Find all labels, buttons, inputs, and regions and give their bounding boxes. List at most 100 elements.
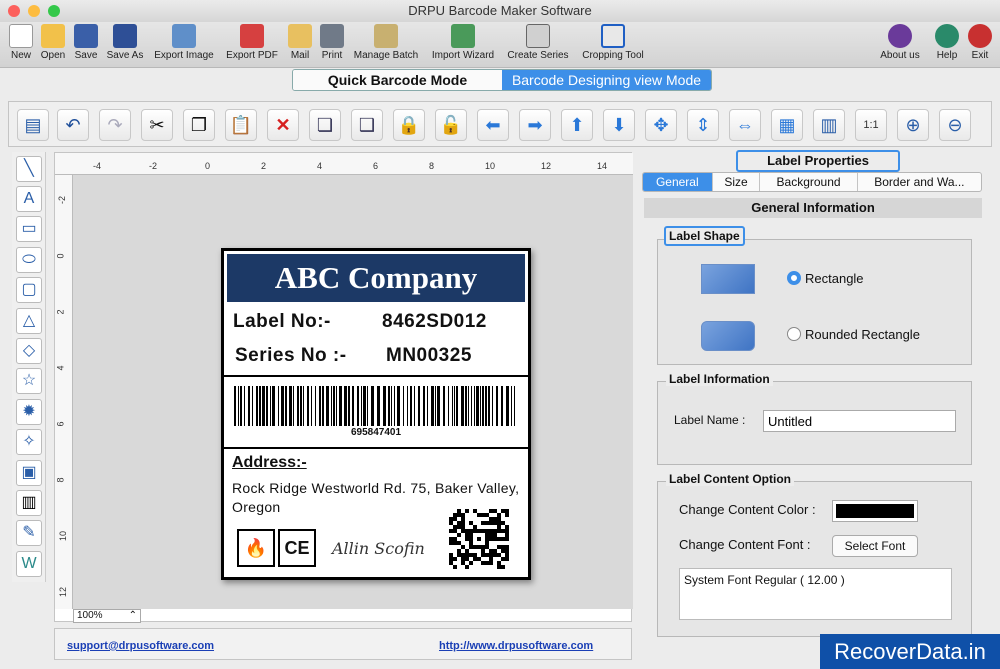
tab-size[interactable]: Size xyxy=(713,173,761,191)
cropping-tool-button[interactable]: Cropping Tool xyxy=(578,24,648,61)
signature[interactable]: Allin Scofin xyxy=(332,539,425,558)
bring-front-icon[interactable]: ❏ xyxy=(309,109,341,141)
arrow-right-icon[interactable]: ➡ xyxy=(519,109,551,141)
tab-border[interactable]: Border and Wa... xyxy=(858,173,981,191)
new-button[interactable]: New xyxy=(6,24,36,61)
support-link[interactable]: support@drpusoftware.com xyxy=(67,640,214,652)
open-button[interactable]: Open xyxy=(38,24,68,61)
qr-module xyxy=(497,525,501,529)
barcode-bar xyxy=(377,386,380,426)
rectangle-tool-icon[interactable]: ▭ xyxy=(16,216,42,242)
align-vertical-icon[interactable]: ⇕ xyxy=(687,109,719,141)
arrow-up-icon[interactable]: ⬆ xyxy=(561,109,593,141)
save-as-button[interactable]: Save As xyxy=(104,24,146,61)
flammable-icon[interactable]: 🔥 xyxy=(237,529,275,567)
export-pdf-button[interactable]: Export PDF xyxy=(224,24,280,61)
barcode-bar xyxy=(443,386,445,426)
ruler-tick: 10 xyxy=(485,161,496,171)
ce-mark-icon[interactable]: CE xyxy=(278,529,316,567)
zoom-select[interactable]: 100% ⌃ xyxy=(73,609,141,623)
rectangle-radio[interactable] xyxy=(787,271,801,285)
star-tool-icon[interactable]: ☆ xyxy=(16,368,42,394)
qr-module xyxy=(465,549,469,553)
qr-module xyxy=(485,513,489,517)
burst-tool-icon[interactable]: ✹ xyxy=(16,399,42,425)
print-button[interactable]: Print xyxy=(318,24,346,61)
exit-button[interactable]: Exit xyxy=(966,24,994,61)
tab-general[interactable]: General xyxy=(643,173,713,191)
qr-code[interactable] xyxy=(449,509,509,569)
line-tool-icon[interactable]: ╲ xyxy=(16,156,42,182)
triangle-tool-icon[interactable]: △ xyxy=(16,308,42,334)
delete-icon[interactable]: ✕ xyxy=(267,109,299,141)
align-horizontal-icon[interactable]: ⇔ xyxy=(729,109,761,141)
qr-module xyxy=(489,509,493,513)
help-button[interactable]: Help xyxy=(932,24,962,61)
undo-icon[interactable]: ↶ xyxy=(57,109,89,141)
lock-icon[interactable]: 🔒 xyxy=(393,109,425,141)
qr-module xyxy=(493,537,497,541)
work-area[interactable]: ABC Company Label No:- 8462SD012 Series … xyxy=(73,175,633,609)
diamond-tool-icon[interactable]: ◇ xyxy=(16,338,42,364)
website-link[interactable]: http://www.drpusoftware.com xyxy=(439,640,593,652)
barcode-bar xyxy=(256,386,258,426)
series-no-value[interactable]: MN00325 xyxy=(386,345,472,367)
import-wizard-button[interactable]: Import Wizard xyxy=(428,24,498,61)
manage-batch-button[interactable]: Manage Batch xyxy=(350,24,422,61)
qr-module xyxy=(485,545,489,549)
zoom-out-icon[interactable]: ⊖ xyxy=(939,109,971,141)
qr-module xyxy=(465,557,469,561)
barcode-tool-icon[interactable]: ▥ xyxy=(16,490,42,516)
grid-icon[interactable]: ▦ xyxy=(771,109,803,141)
label-no-key[interactable]: Label No:- xyxy=(233,311,331,333)
quick-barcode-mode-tab[interactable]: Quick Barcode Mode xyxy=(293,70,502,90)
barcode-label[interactable]: ABC Company Label No:- 8462SD012 Series … xyxy=(221,248,531,580)
arrow-down-icon[interactable]: ⬇ xyxy=(603,109,635,141)
barcode-bar xyxy=(471,386,472,426)
barcode-bar xyxy=(300,386,302,426)
linear-barcode[interactable] xyxy=(234,386,520,426)
create-series-button[interactable]: Create Series xyxy=(504,24,572,61)
paste-icon[interactable]: 📋 xyxy=(225,109,257,141)
qr-module xyxy=(481,513,485,517)
designing-view-mode-tab[interactable]: Barcode Designing view Mode xyxy=(502,70,711,90)
zoom-in-icon[interactable]: ⊕ xyxy=(897,109,929,141)
properties-icon[interactable]: ▤ xyxy=(17,109,49,141)
qr-module xyxy=(453,513,457,517)
label-no-value[interactable]: 8462SD012 xyxy=(382,311,487,333)
redo-icon[interactable]: ↷ xyxy=(99,109,131,141)
ruler-icon[interactable]: ▥ xyxy=(813,109,845,141)
rounded-radio[interactable] xyxy=(787,327,801,341)
company-name[interactable]: ABC Company xyxy=(227,254,525,302)
export-image-button[interactable]: Export Image xyxy=(152,24,216,61)
minimize-window-button[interactable] xyxy=(28,5,40,17)
save-button[interactable]: Save xyxy=(72,24,100,61)
address-title[interactable]: Address:- xyxy=(232,454,307,472)
qr-module xyxy=(489,557,493,561)
copy-icon[interactable]: ❐ xyxy=(183,109,215,141)
about-us-button[interactable]: About us xyxy=(876,24,924,61)
label-name-input[interactable] xyxy=(763,410,956,432)
watermark-tool-icon[interactable]: W xyxy=(16,551,42,577)
center-icon[interactable]: ✥ xyxy=(645,109,677,141)
mail-button[interactable]: Mail xyxy=(286,24,314,61)
signature-tool-icon[interactable]: ✎ xyxy=(16,520,42,546)
send-back-icon[interactable]: ❑ xyxy=(351,109,383,141)
series-no-key[interactable]: Series No :- xyxy=(235,345,347,367)
select-font-button[interactable]: Select Font xyxy=(832,535,918,557)
cut-icon[interactable]: ✂ xyxy=(141,109,173,141)
content-color-well[interactable] xyxy=(832,500,918,522)
arrow-left-icon[interactable]: ⬅ xyxy=(477,109,509,141)
zoom-window-button[interactable] xyxy=(48,5,60,17)
close-window-button[interactable] xyxy=(8,5,20,17)
text-tool-icon[interactable]: A xyxy=(16,186,42,212)
shape-tool-icon[interactable]: ✧ xyxy=(16,429,42,455)
tab-background[interactable]: Background xyxy=(760,173,858,191)
qr-module xyxy=(505,509,509,513)
image-tool-icon[interactable]: ▣ xyxy=(16,460,42,486)
rounded-rect-tool-icon[interactable]: ▢ xyxy=(16,277,42,303)
unlock-icon[interactable]: 🔓 xyxy=(435,109,467,141)
ellipse-tool-icon[interactable]: ⬭ xyxy=(16,247,42,273)
barcode-bar xyxy=(410,386,412,426)
actual-size-icon[interactable]: 1:1 xyxy=(855,109,887,141)
